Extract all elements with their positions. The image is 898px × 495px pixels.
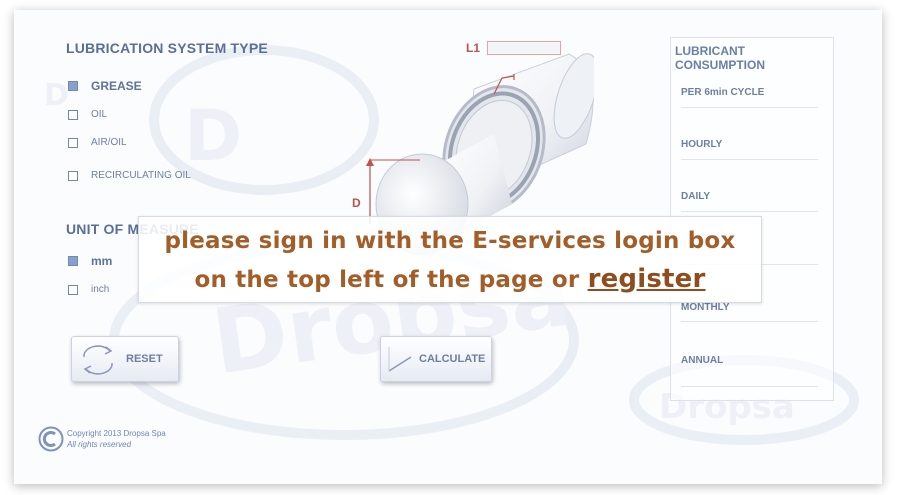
d-label: D [352, 196, 361, 210]
option-air-oil[interactable]: AIR/OIL [68, 137, 127, 148]
rights-text: All rights reserved [67, 440, 132, 449]
consumption-title: LUBRICANT CONSUMPTION [675, 44, 765, 72]
mm-checkbox[interactable] [68, 256, 78, 266]
reset-button[interactable]: RESET [71, 336, 179, 382]
air-oil-checkbox[interactable] [68, 137, 78, 148]
sign-in-overlay: please sign in with the E-services login… [138, 216, 762, 303]
row-label: ANNUAL [681, 355, 724, 366]
row-label: PER 6min CYCLE [681, 87, 765, 98]
row-label: HOURLY [681, 139, 723, 150]
register-link[interactable]: register [588, 264, 706, 294]
option-mm[interactable]: mm [68, 254, 112, 268]
reset-label: RESET [126, 353, 163, 365]
svg-text:D: D [44, 78, 69, 113]
row-label: DAILY [681, 191, 711, 202]
option-inch[interactable]: inch [68, 284, 109, 295]
option-recirculating-oil[interactable]: RECIRCULATING OIL [68, 170, 191, 181]
l1-label: L1 [466, 41, 481, 55]
calculate-label: CALCULATE [419, 353, 486, 365]
row-label: MONTHLY [681, 302, 730, 313]
consumption-row: DAILY [681, 178, 818, 212]
option-grease[interactable]: GREASE [68, 79, 142, 93]
option-label: AIR/OIL [91, 137, 127, 148]
sign-in-message-line2: on the top left of the page or [194, 267, 580, 293]
calculate-icon [388, 347, 412, 372]
oil-checkbox[interactable] [68, 109, 78, 120]
lubrication-system-title: LUBRICATION SYSTEM TYPE [66, 40, 268, 56]
grease-checkbox[interactable] [68, 81, 78, 91]
option-label: OIL [91, 109, 108, 120]
option-label: RECIRCULATING OIL [91, 170, 191, 181]
calculate-button[interactable]: CALCULATE [380, 336, 492, 382]
option-oil[interactable]: OIL [68, 109, 107, 120]
l1-input[interactable] [487, 41, 561, 55]
reset-icon [83, 345, 113, 375]
consumption-row: ANNUAL [681, 344, 818, 387]
consumption-row: PER 6min CYCLE [681, 74, 818, 108]
consumption-row: HOURLY [681, 126, 818, 160]
recirculating-oil-checkbox[interactable] [68, 170, 78, 181]
sign-in-message-line1: please sign in with the E-services login… [164, 228, 736, 254]
svg-text:D: D [184, 95, 242, 177]
inch-checkbox[interactable] [68, 284, 78, 295]
copyright-text: Copyright 2013 Dropsa Spa [67, 429, 166, 438]
option-label: mm [91, 254, 113, 268]
sign-in-message-line2-wrap: on the top left of the page or register [139, 264, 761, 294]
option-label: inch [91, 284, 110, 295]
dropsa-logo-icon [38, 426, 64, 452]
copyright: Copyright 2013 Dropsa Spa All rights res… [38, 426, 166, 452]
option-label: GREASE [91, 79, 142, 93]
